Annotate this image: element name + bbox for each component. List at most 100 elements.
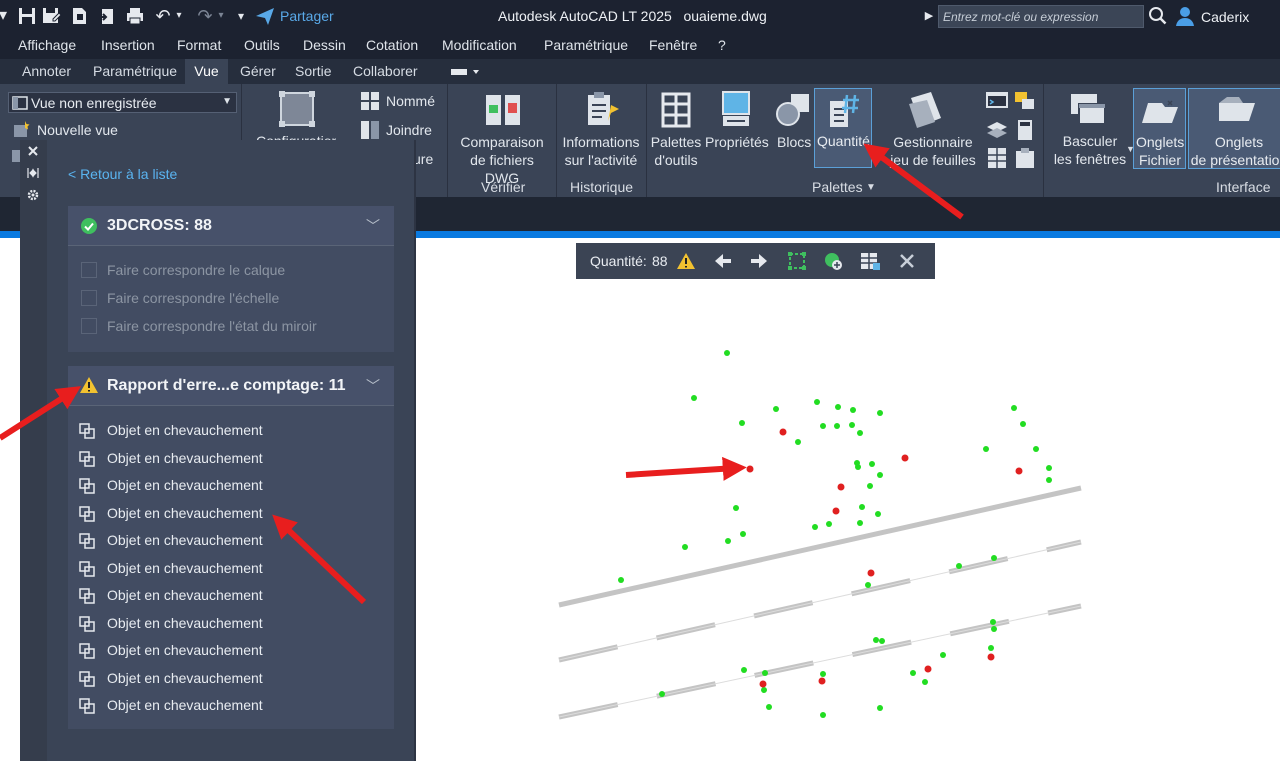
overlap-object-item[interactable]: Objet en chevauchement bbox=[68, 527, 394, 555]
count-marker-ok[interactable] bbox=[724, 350, 730, 356]
print-icon[interactable] bbox=[124, 5, 146, 27]
count-marker-ok[interactable] bbox=[875, 511, 881, 517]
count-marker-error[interactable] bbox=[924, 665, 932, 673]
count-marker-error[interactable] bbox=[818, 677, 826, 685]
count-marker-ok[interactable] bbox=[1046, 477, 1052, 483]
overlap-object-item[interactable]: Objet en chevauchement bbox=[68, 417, 394, 445]
blocks-icon[interactable] bbox=[775, 92, 811, 128]
count-marker-ok[interactable] bbox=[761, 687, 767, 693]
count-marker-ok[interactable] bbox=[766, 704, 772, 710]
overlap-object-item[interactable]: Objet en chevauchement bbox=[68, 500, 394, 528]
count-marker-ok[interactable] bbox=[1033, 446, 1039, 452]
warning-icon[interactable] bbox=[676, 252, 696, 270]
count-marker-error[interactable] bbox=[901, 454, 909, 462]
count-marker-ok[interactable] bbox=[850, 407, 856, 413]
tab-gerer[interactable]: Gérer bbox=[234, 59, 282, 84]
properties-icon[interactable] bbox=[721, 90, 751, 128]
count-marker-ok[interactable] bbox=[983, 446, 989, 452]
search-icon[interactable] bbox=[1147, 5, 1169, 27]
tab-annoter[interactable]: Annoter bbox=[16, 59, 77, 84]
count-marker-error[interactable] bbox=[837, 483, 845, 491]
layout-tabs-button[interactable]: Onglets de présentation bbox=[1188, 88, 1280, 169]
match-scale-checkbox[interactable] bbox=[81, 290, 97, 306]
activity-insights-label[interactable]: Informations sur l'activité bbox=[559, 133, 643, 169]
save-icon[interactable] bbox=[16, 5, 38, 27]
new-view-label[interactable]: Nouvelle vue bbox=[37, 121, 118, 139]
close-icon[interactable] bbox=[898, 252, 916, 270]
count-marker-ok[interactable] bbox=[990, 619, 996, 625]
count-marker-ok[interactable] bbox=[857, 430, 863, 436]
next-arrow-icon[interactable] bbox=[749, 252, 769, 270]
export-icon[interactable] bbox=[96, 5, 118, 27]
menu-format[interactable]: Format bbox=[177, 37, 221, 53]
count-marker-ok[interactable] bbox=[857, 520, 863, 526]
named-icon[interactable] bbox=[360, 91, 380, 111]
count-marker-ok[interactable] bbox=[877, 472, 883, 478]
tab-collaborer[interactable]: Collaborer bbox=[347, 59, 424, 84]
menu-parametrique[interactable]: Paramétrique bbox=[544, 37, 628, 53]
count-marker-ok[interactable] bbox=[795, 439, 801, 445]
chevron-right-icon[interactable]: ▶ bbox=[918, 5, 940, 27]
count-marker-ok[interactable] bbox=[855, 464, 861, 470]
share-icon[interactable] bbox=[254, 5, 276, 27]
count-marker-ok[interactable] bbox=[834, 423, 840, 429]
overlap-object-item[interactable]: Objet en chevauchement bbox=[68, 637, 394, 665]
overlap-object-item[interactable]: Objet en chevauchement bbox=[68, 665, 394, 693]
count-marker-ok[interactable] bbox=[877, 705, 883, 711]
tool-palettes-label[interactable]: Palettes d'outils bbox=[650, 133, 702, 169]
count-marker-ok[interactable] bbox=[849, 422, 855, 428]
count-marker-ok[interactable] bbox=[659, 691, 665, 697]
match-mirror-option[interactable]: Faire correspondre l'état du miroir bbox=[68, 312, 394, 340]
join-icon[interactable] bbox=[360, 120, 380, 140]
match-scale-option[interactable]: Faire correspondre l'échelle bbox=[68, 284, 394, 312]
count-marker-ok[interactable] bbox=[1020, 421, 1026, 427]
panel-title-palettes[interactable]: Palettes bbox=[812, 179, 863, 195]
count-marker-ok[interactable] bbox=[940, 652, 946, 658]
share-label[interactable]: Partager bbox=[280, 8, 334, 24]
quantity-button[interactable]: Quantité bbox=[814, 88, 872, 168]
count-marker-ok[interactable] bbox=[922, 679, 928, 685]
switch-windows-label[interactable]: Basculer les fenêtres bbox=[1050, 132, 1130, 168]
ribbon-minimize-icon[interactable] bbox=[449, 67, 481, 77]
menu-dessin[interactable]: Dessin bbox=[303, 37, 346, 53]
auto-hide-icon[interactable] bbox=[27, 167, 39, 179]
count-marker-error[interactable] bbox=[867, 569, 875, 577]
chevron-down-icon[interactable]: ﹀ bbox=[366, 376, 380, 396]
count-marker-ok[interactable] bbox=[820, 423, 826, 429]
count-marker-error[interactable] bbox=[987, 653, 995, 661]
overlap-object-item[interactable]: Objet en chevauchement bbox=[68, 692, 394, 720]
menu-outils[interactable]: Outils bbox=[244, 37, 280, 53]
qa-menu-icon[interactable]: ▾ bbox=[0, 5, 14, 27]
match-layer-option[interactable]: Faire correspondre le calque bbox=[68, 256, 394, 284]
new-view-icon[interactable] bbox=[11, 120, 31, 140]
count-marker-ok[interactable] bbox=[733, 505, 739, 511]
add-to-count-icon[interactable] bbox=[823, 251, 843, 271]
gear-icon[interactable] bbox=[26, 188, 40, 202]
count-marker-ok[interactable] bbox=[873, 637, 879, 643]
block-section-header[interactable]: 3DCROSS: 88 ﹀ bbox=[68, 206, 394, 246]
sheet-set-manager-icon[interactable] bbox=[905, 90, 945, 130]
command-line-icon[interactable] bbox=[985, 90, 1009, 112]
match-layer-checkbox[interactable] bbox=[81, 262, 97, 278]
sheet-set-manager-label[interactable]: Gestionnaire jeu de feuilles bbox=[885, 133, 981, 169]
restore-label[interactable]: ure bbox=[413, 150, 433, 168]
count-marker-ok[interactable] bbox=[682, 544, 688, 550]
count-marker-error[interactable] bbox=[832, 507, 840, 515]
view-dropdown[interactable]: Vue non enregistrée ▼ bbox=[8, 92, 237, 113]
count-marker-ok[interactable] bbox=[773, 406, 779, 412]
layer-icon[interactable] bbox=[985, 119, 1009, 141]
properties-label[interactable]: Propriétés bbox=[705, 133, 769, 151]
count-marker-ok[interactable] bbox=[618, 577, 624, 583]
menu-fenetre[interactable]: Fenêtre bbox=[649, 37, 697, 53]
count-marker-error[interactable] bbox=[779, 428, 787, 436]
count-marker-ok[interactable] bbox=[956, 563, 962, 569]
count-marker-ok[interactable] bbox=[879, 638, 885, 644]
overlap-object-item[interactable]: Objet en chevauchement bbox=[68, 582, 394, 610]
match-mirror-checkbox[interactable] bbox=[81, 318, 97, 334]
table-icon[interactable] bbox=[985, 147, 1009, 169]
activity-insights-icon[interactable] bbox=[585, 91, 621, 129]
count-marker-ok[interactable] bbox=[741, 667, 747, 673]
clipboard-icon[interactable] bbox=[1013, 147, 1037, 169]
menu-help[interactable]: ? bbox=[718, 37, 726, 53]
tab-sortie[interactable]: Sortie bbox=[289, 59, 338, 84]
